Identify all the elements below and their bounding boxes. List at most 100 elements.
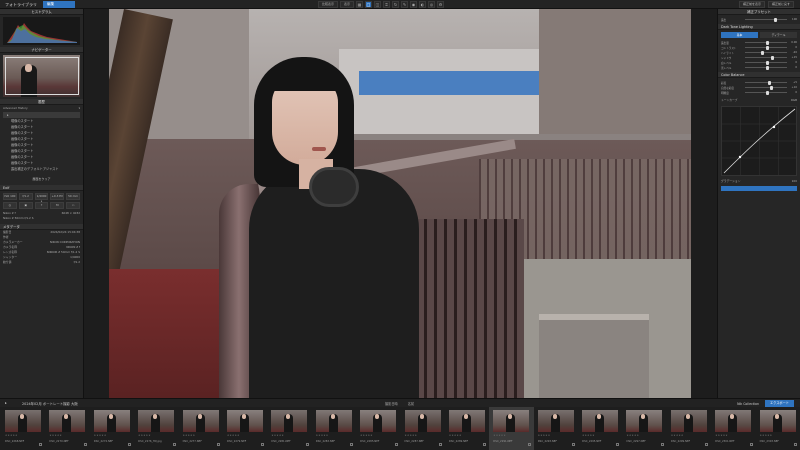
exposure-slider[interactable]: 露出 100 [721,17,797,22]
history-item[interactable]: 露出補正のデフォルトアジャスト [3,166,80,172]
slider-knob[interactable] [770,85,774,90]
slider-track[interactable] [745,85,787,90]
film-thumbnail[interactable]: ★★★★★ DSC_2287.NEF [401,407,445,450]
select-checkbox[interactable] [438,443,442,446]
rating-stars[interactable]: ★★★★★ [760,434,773,437]
eye-icon[interactable]: ◎ [428,1,436,8]
sort-date-button[interactable]: 撮影日時 [385,401,398,406]
film-thumbnail[interactable]: ★★★★★ DSC_2268.NEF [1,407,45,450]
grid-icon[interactable]: ▦ [356,1,364,8]
select-checkbox[interactable] [749,443,753,446]
film-thumbnail[interactable]: ★★★★★ DSC_2285.NEF [356,407,400,450]
rating-stars[interactable]: ★★★★★ [671,434,684,437]
tone-curve[interactable] [721,106,797,176]
film-thumbnail[interactable]: ★★★★★ DSC_2293.NEF [534,407,578,450]
rating-stars[interactable]: ★★★★★ [360,434,373,437]
film-thumbnail[interactable]: ★★★★★ DSC_2301.NEF [711,407,755,450]
crop-icon[interactable]: ⌗ [383,1,391,8]
film-thumbnail[interactable]: ★★★★★ DSC_2277.NEF [179,407,223,450]
brush-icon[interactable]: ✎ [401,1,409,8]
main-image-view[interactable] [109,9,691,398]
slider-track[interactable] [745,65,787,70]
film-thumbnail[interactable]: ★★★★★ DSC_2281.NEF [267,407,311,450]
slider-knob[interactable] [766,45,769,50]
slider-knob[interactable] [766,60,769,65]
slider-knob[interactable] [760,50,764,55]
slider-track[interactable] [745,50,787,55]
slider-row[interactable]: 黒レベル 0 [721,65,797,70]
gradient-bar[interactable] [721,186,797,191]
slider-track[interactable] [745,40,787,45]
select-checkbox[interactable] [216,443,220,446]
select-checkbox[interactable] [394,443,398,446]
rating-stars[interactable]: ★★★★★ [183,434,196,437]
slider-track[interactable] [745,45,787,50]
export-button[interactable]: エクスポート [764,400,794,407]
rating-stars[interactable]: ★★★★★ [582,434,595,437]
rating-stars[interactable]: ★★★★★ [405,434,418,437]
film-thumbnail[interactable]: ★★★★★ DSC_2289.NEF [445,407,489,450]
select-checkbox[interactable] [128,443,132,446]
clear-history-button[interactable]: 履歴をクリア [0,177,83,181]
navigator-preview[interactable] [3,55,80,97]
nik-collection-button[interactable]: Nik Collection [737,402,759,406]
rating-stars[interactable]: ★★★★★ [449,434,462,437]
film-thumbnail[interactable]: ★★★★★ DSC_2283.NEF [312,407,356,450]
curve-header[interactable]: トーンカーブ RGB [718,98,800,103]
slider-track[interactable] [745,55,787,60]
revert-button[interactable]: 補正前に戻す [767,1,794,8]
select-checkbox[interactable] [527,443,531,446]
slider-row[interactable]: 明瞭度 0 [721,90,797,95]
slider-track[interactable] [745,80,787,85]
select-checkbox[interactable] [794,443,798,446]
rating-stars[interactable]: ★★★★★ [715,434,728,437]
compare-icon[interactable]: ◫ [374,1,382,8]
select-checkbox[interactable] [83,443,87,446]
select-checkbox[interactable] [350,443,354,446]
color-section-header[interactable]: Color Balance [718,72,800,78]
histogram-header[interactable]: ヒストグラム [0,9,83,15]
rating-stars[interactable]: ★★★★★ [626,434,639,437]
display-button[interactable]: 表示 [340,1,355,8]
select-checkbox[interactable] [483,443,487,446]
compare-view-button[interactable]: 比較表示 [318,1,339,8]
rating-stars[interactable]: ★★★★★ [49,434,62,437]
spot-icon[interactable]: ◉ [410,1,418,8]
tab-detail[interactable]: ディテール [760,32,797,38]
exif-header[interactable]: Exif [0,185,83,191]
rating-stars[interactable]: ★★★★★ [538,434,551,437]
slider-track[interactable] [745,90,787,95]
slider-knob[interactable] [766,40,769,45]
folder-icon[interactable]: ▸ [5,401,7,405]
slider-knob[interactable] [766,65,769,70]
rotate-icon[interactable]: ↻ [392,1,400,8]
navigator-header[interactable]: ナビゲーター [0,47,83,53]
rating-stars[interactable]: ★★★★★ [227,434,240,437]
film-thumbnail[interactable]: ★★★★★ DSC_2279.NEF [223,407,267,450]
rating-stars[interactable]: ★★★★★ [94,434,107,437]
select-checkbox[interactable] [660,443,664,446]
rating-stars[interactable]: ★★★★★ [316,434,329,437]
settings-icon[interactable]: ⚙ [437,1,445,8]
slider-track[interactable] [745,60,787,65]
slider-knob[interactable] [771,55,775,60]
select-checkbox[interactable] [172,443,176,446]
film-thumbnail[interactable]: ★★★★★ DSC_2270.NEF [45,407,89,450]
tab-edit[interactable]: 編集 [43,1,75,8]
film-thumbnail[interactable]: ★★★★★ DSC_2295.NEF [578,407,622,450]
select-checkbox[interactable] [572,443,576,446]
light-section-header[interactable]: Dark Tone Lighting [718,24,800,30]
select-checkbox[interactable] [39,443,43,446]
rating-stars[interactable]: ★★★★★ [5,434,18,437]
film-thumbnail[interactable]: ★★★★★ DSC_2272.NEF [90,407,134,450]
film-thumbnail[interactable]: ★★★★★ DSC_2303.NEF [756,407,800,450]
film-thumbnail[interactable]: ★★★★★ DSC_2299.NEF [667,407,711,450]
gradient-row[interactable]: グラデーション 100 [718,179,800,184]
film-thumbnail[interactable]: ★★★★★ DSC_2297.NEF [622,407,666,450]
history-header[interactable]: 履歴 [0,99,83,105]
single-view-icon[interactable]: □ [365,1,373,8]
folder-path[interactable]: 2024年02月 ポートレート撮影 大阪 [22,401,78,406]
rating-stars[interactable]: ★★★★★ [493,434,506,437]
select-checkbox[interactable] [616,443,620,446]
select-checkbox[interactable] [705,443,709,446]
